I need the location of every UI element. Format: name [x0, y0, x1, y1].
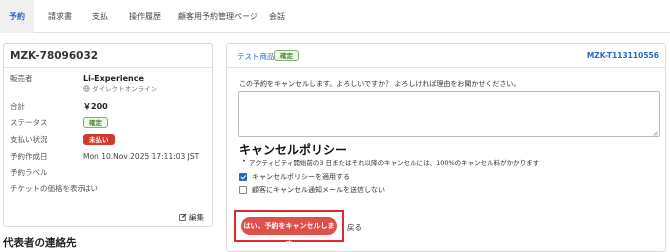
apply-policy-label: キャンセルポリシーを適用する [252, 173, 350, 181]
show-price-label: チケットの価格を表示 [10, 184, 85, 193]
tab-conversation[interactable]: 会話 [269, 0, 285, 33]
cancel-prompt: この予約をキャンセルします。よろしいですか？ よろしければ理由をお聞かせください… [239, 80, 521, 88]
seller-channel-row: ダイレクトオンライン [83, 84, 157, 94]
suppress-notification-checkbox[interactable] [239, 186, 247, 194]
suppress-notification-label: 顧客にキャンセル通知メールを送信しない [252, 186, 385, 194]
confirm-cancel-button[interactable]: はい、予約をキャンセルします [241, 217, 337, 248]
payment-status-label: 支払い状況 [10, 135, 48, 144]
booking-summary-card: MZK-78096032 販売者 Li-Experience ダイレクトオンライ… [3, 43, 213, 227]
product-booking-id-link[interactable]: MZK-T113110556 [587, 51, 659, 60]
tab-booking[interactable]: 予約 [0, 0, 34, 33]
created-value: Mon 10.Nov 2025 17:11:03 JST [83, 152, 200, 161]
product-header: テスト商品 確定 MZK-T113110556 [227, 44, 665, 68]
created-label: 予約作成日 [10, 152, 48, 161]
tab-customer-page[interactable]: 顧客用予約管理ページ [178, 0, 258, 33]
cancel-reason-textarea[interactable] [238, 91, 660, 137]
cancel-policy-title: キャンセルポリシー [239, 143, 348, 157]
tab-bar: 予約 請求書 支払 操作履歴 顧客用予約管理ページ 会話 [0, 0, 670, 33]
edit-icon [178, 213, 189, 222]
seller-label: 販売者 [10, 74, 33, 83]
show-price-value: はい [83, 184, 98, 193]
product-name-link[interactable]: テスト商品 [237, 51, 275, 62]
payment-status-cell: 未払い [83, 134, 115, 146]
total-label: 合計 [10, 102, 25, 111]
edit-button[interactable]: 編集 [178, 212, 204, 223]
status-badge: 確定 [83, 117, 108, 128]
tab-history[interactable]: 操作履歴 [129, 0, 161, 33]
back-link[interactable]: 戻る [347, 222, 362, 233]
booking-id: MZK-78096032 [4, 44, 212, 68]
product-status-badge: 確定 [274, 50, 299, 61]
confirm-cancel-highlight: はい、予約をキャンセルします [234, 210, 344, 248]
representative-contact-title: 代表者の連絡先 [3, 237, 77, 249]
resize-grip-icon[interactable] [652, 129, 658, 136]
total-value: ￥200 [83, 102, 108, 111]
tab-payment[interactable]: 支払 [92, 0, 108, 33]
payment-status-badge: 未払い [83, 134, 115, 145]
edit-label: 編集 [189, 213, 204, 222]
booking-label-label: 予約ラベル [10, 168, 48, 177]
product-status-cell: 確定 [274, 50, 299, 61]
tab-invoice[interactable]: 請求書 [48, 0, 72, 33]
seller-channel: ダイレクトオンライン [92, 85, 158, 93]
cancel-policy-item: アクティビティ開始前の3 日またはそれ以降のキャンセルには、100%のキャンセル… [242, 157, 539, 167]
status-value-cell: 確定 [83, 117, 108, 129]
apply-policy-checkbox[interactable] [239, 173, 247, 181]
cancel-booking-panel: テスト商品 確定 MZK-T113110556 この予約をキャンセルします。よろ… [226, 43, 666, 252]
status-label: ステータス [10, 118, 48, 127]
globe-icon [83, 85, 92, 93]
